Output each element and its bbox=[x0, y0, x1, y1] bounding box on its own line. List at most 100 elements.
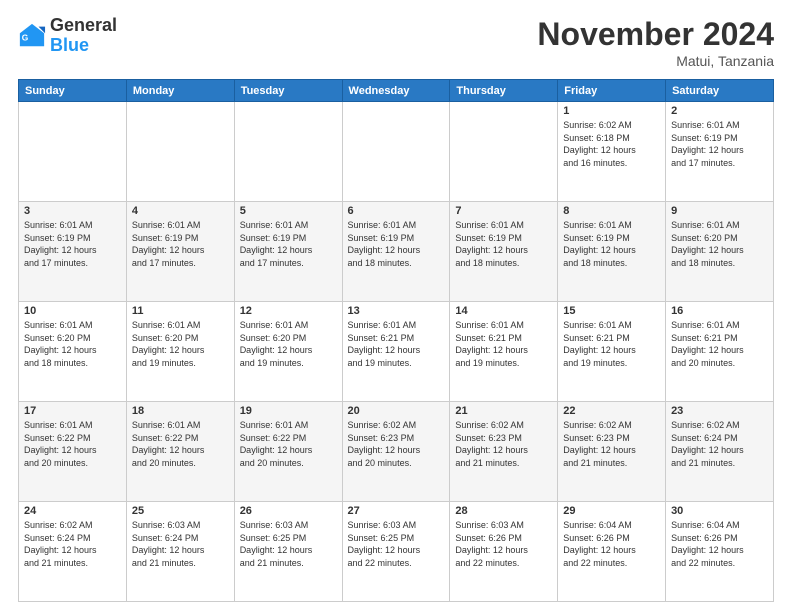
calendar-cell: 8Sunrise: 6:01 AM Sunset: 6:19 PM Daylig… bbox=[558, 202, 666, 302]
day-number: 26 bbox=[240, 505, 337, 517]
calendar-cell: 14 Sunrise: 6:01 AM Sunset: 6:21 PM Dayli… bbox=[450, 302, 558, 402]
day-number: 8 bbox=[563, 205, 660, 217]
location-title: Matui, Tanzania bbox=[537, 53, 774, 69]
day-number: 13 bbox=[348, 305, 445, 317]
day-info: Sunrise: 6:01 AM Sunset: 6:19 PM Dayligh… bbox=[132, 219, 229, 269]
day-number: 30 bbox=[671, 505, 768, 517]
calendar-cell: 25Sunrise: 6:03 AM Sunset: 6:24 PM Dayli… bbox=[126, 502, 234, 602]
calendar-cell: 13 Sunrise: 6:01 AM Sunset: 6:21 PM Dayli… bbox=[342, 302, 450, 402]
day-info: Sunrise: 6:01 AM Sunset: 6:22 PM Dayligh… bbox=[240, 419, 337, 469]
day-info: Sunrise: 6:01 AM Sunset: 6:19 PM Dayligh… bbox=[455, 219, 552, 269]
day-info: Sunrise: 6:02 AM Sunset: 6:24 PM Dayligh… bbox=[671, 419, 768, 469]
month-title: November 2024 bbox=[537, 16, 774, 53]
calendar-cell: 15 Sunrise: 6:01 AM Sunset: 6:21 PM Dayli… bbox=[558, 302, 666, 402]
calendar-cell: 12Sunrise: 6:01 AM Sunset: 6:20 PM Dayli… bbox=[234, 302, 342, 402]
calendar-cell: 29 Sunrise: 6:04 AM Sunset: 6:26 PM Dayli… bbox=[558, 502, 666, 602]
calendar-cell bbox=[19, 102, 127, 202]
calendar-cell: 1 Sunrise: 6:02 AM Sunset: 6:18 PM Daylig… bbox=[558, 102, 666, 202]
calendar-cell: 4 Sunrise: 6:01 AM Sunset: 6:19 PM Daylig… bbox=[126, 202, 234, 302]
calendar-cell: 6 Sunrise: 6:01 AM Sunset: 6:19 PM Daylig… bbox=[342, 202, 450, 302]
calendar-cell: 26Sunrise: 6:03 AM Sunset: 6:25 PM Dayli… bbox=[234, 502, 342, 602]
day-info: Sunrise: 6:01 AM Sunset: 6:19 PM Dayligh… bbox=[671, 119, 768, 169]
day-info: Sunrise: 6:01 AM Sunset: 6:21 PM Dayligh… bbox=[455, 319, 552, 369]
day-number: 9 bbox=[671, 205, 768, 217]
day-info: Sunrise: 6:03 AM Sunset: 6:24 PM Dayligh… bbox=[132, 519, 229, 569]
day-info: Sunrise: 6:01 AM Sunset: 6:20 PM Dayligh… bbox=[240, 319, 337, 369]
col-saturday: Saturday bbox=[666, 80, 774, 102]
day-info: Sunrise: 6:01 AM Sunset: 6:20 PM Dayligh… bbox=[671, 219, 768, 269]
day-info: Sunrise: 6:02 AM Sunset: 6:23 PM Dayligh… bbox=[563, 419, 660, 469]
day-number: 16 bbox=[671, 305, 768, 317]
calendar-cell: 3Sunrise: 6:01 AM Sunset: 6:19 PM Daylig… bbox=[19, 202, 127, 302]
day-info: Sunrise: 6:01 AM Sunset: 6:21 PM Dayligh… bbox=[563, 319, 660, 369]
calendar-cell: 20 Sunrise: 6:02 AM Sunset: 6:23 PM Dayli… bbox=[342, 402, 450, 502]
day-number: 7 bbox=[455, 205, 552, 217]
day-info: Sunrise: 6:02 AM Sunset: 6:23 PM Dayligh… bbox=[348, 419, 445, 469]
day-info: Sunrise: 6:03 AM Sunset: 6:26 PM Dayligh… bbox=[455, 519, 552, 569]
calendar-cell: 30 Sunrise: 6:04 AM Sunset: 6:26 PM Dayli… bbox=[666, 502, 774, 602]
day-number: 4 bbox=[132, 205, 229, 217]
day-number: 3 bbox=[24, 205, 121, 217]
day-number: 17 bbox=[24, 405, 121, 417]
calendar-week-2: 3 Sunrise: 6:01 AM Sunset: 6:19 PM Daylig… bbox=[19, 202, 774, 302]
day-number: 2 bbox=[671, 105, 768, 117]
day-number: 11 bbox=[132, 305, 229, 317]
day-number: 28 bbox=[455, 505, 552, 517]
day-number: 1 bbox=[563, 105, 660, 117]
day-info: Sunrise: 6:02 AM Sunset: 6:23 PM Dayligh… bbox=[455, 419, 552, 469]
calendar-cell bbox=[126, 102, 234, 202]
day-number: 23 bbox=[671, 405, 768, 417]
day-info: Sunrise: 6:02 AM Sunset: 6:18 PM Dayligh… bbox=[563, 119, 660, 169]
calendar-cell: 28 Sunrise: 6:03 AM Sunset: 6:26 PM Dayli… bbox=[450, 502, 558, 602]
day-info: Sunrise: 6:01 AM Sunset: 6:19 PM Dayligh… bbox=[348, 219, 445, 269]
calendar-week-4: 17 Sunrise: 6:01 AM Sunset: 6:22 PM Dayli… bbox=[19, 402, 774, 502]
day-info: Sunrise: 6:01 AM Sunset: 6:21 PM Dayligh… bbox=[348, 319, 445, 369]
day-number: 22 bbox=[563, 405, 660, 417]
calendar-cell: 21 Sunrise: 6:02 AM Sunset: 6:23 PM Dayli… bbox=[450, 402, 558, 502]
day-number: 14 bbox=[455, 305, 552, 317]
logo: G General Blue bbox=[18, 16, 117, 56]
logo-line2: Blue bbox=[50, 36, 117, 56]
calendar-cell: 23 Sunrise: 6:02 AM Sunset: 6:24 PM Dayli… bbox=[666, 402, 774, 502]
title-block: November 2024 Matui, Tanzania bbox=[537, 16, 774, 69]
day-number: 21 bbox=[455, 405, 552, 417]
calendar-cell: 17 Sunrise: 6:01 AM Sunset: 6:22 PM Dayli… bbox=[19, 402, 127, 502]
day-number: 5 bbox=[240, 205, 337, 217]
calendar-cell: 10 Sunrise: 6:01 AM Sunset: 6:20 PM Dayli… bbox=[19, 302, 127, 402]
calendar-cell: 11 Sunrise: 6:01 AM Sunset: 6:20 PM Dayli… bbox=[126, 302, 234, 402]
calendar-cell: 27Sunrise: 6:03 AM Sunset: 6:25 PM Dayli… bbox=[342, 502, 450, 602]
day-number: 10 bbox=[24, 305, 121, 317]
day-number: 15 bbox=[563, 305, 660, 317]
calendar-week-5: 24 Sunrise: 6:02 AM Sunset: 6:24 PM Dayli… bbox=[19, 502, 774, 602]
day-number: 6 bbox=[348, 205, 445, 217]
calendar-cell: 7 Sunrise: 6:01 AM Sunset: 6:19 PM Daylig… bbox=[450, 202, 558, 302]
day-number: 24 bbox=[24, 505, 121, 517]
day-info: Sunrise: 6:01 AM Sunset: 6:20 PM Dayligh… bbox=[24, 319, 121, 369]
col-wednesday: Wednesday bbox=[342, 80, 450, 102]
calendar-cell: 2 Sunrise: 6:01 AM Sunset: 6:19 PM Daylig… bbox=[666, 102, 774, 202]
col-thursday: Thursday bbox=[450, 80, 558, 102]
day-number: 20 bbox=[348, 405, 445, 417]
calendar-week-3: 10 Sunrise: 6:01 AM Sunset: 6:20 PM Dayli… bbox=[19, 302, 774, 402]
day-info: Sunrise: 6:04 AM Sunset: 6:26 PM Dayligh… bbox=[563, 519, 660, 569]
day-number: 18 bbox=[132, 405, 229, 417]
day-info: Sunrise: 6:01 AM Sunset: 6:19 PM Dayligh… bbox=[240, 219, 337, 269]
day-info: Sunrise: 6:01 AM Sunset: 6:22 PM Dayligh… bbox=[132, 419, 229, 469]
logo-icon: G bbox=[18, 22, 46, 50]
calendar-cell bbox=[342, 102, 450, 202]
calendar-cell: 16Sunrise: 6:01 AM Sunset: 6:21 PM Dayli… bbox=[666, 302, 774, 402]
calendar-cell: 18 Sunrise: 6:01 AM Sunset: 6:22 PM Dayli… bbox=[126, 402, 234, 502]
col-sunday: Sunday bbox=[19, 80, 127, 102]
day-info: Sunrise: 6:01 AM Sunset: 6:20 PM Dayligh… bbox=[132, 319, 229, 369]
col-monday: Monday bbox=[126, 80, 234, 102]
day-info: Sunrise: 6:02 AM Sunset: 6:24 PM Dayligh… bbox=[24, 519, 121, 569]
calendar-cell: 9 Sunrise: 6:01 AM Sunset: 6:20 PM Daylig… bbox=[666, 202, 774, 302]
day-info: Sunrise: 6:04 AM Sunset: 6:26 PM Dayligh… bbox=[671, 519, 768, 569]
day-number: 29 bbox=[563, 505, 660, 517]
calendar-cell bbox=[234, 102, 342, 202]
col-friday: Friday bbox=[558, 80, 666, 102]
day-info: Sunrise: 6:01 AM Sunset: 6:22 PM Dayligh… bbox=[24, 419, 121, 469]
col-tuesday: Tuesday bbox=[234, 80, 342, 102]
header: G General Blue November 2024 Matui, Tanz… bbox=[18, 16, 774, 69]
calendar-table: Sunday Monday Tuesday Wednesday Thursday… bbox=[18, 79, 774, 602]
